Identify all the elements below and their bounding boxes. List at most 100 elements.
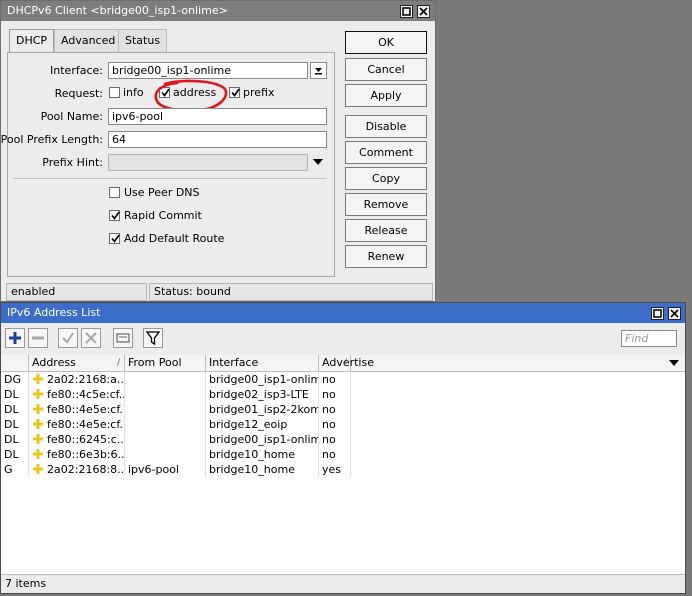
cell-address: 2a02:2168:a... [29, 372, 125, 387]
cell-interface-text: bridge10_home [209, 463, 295, 476]
cell-address-text: 2a02:2168:8... [47, 463, 125, 476]
cell-address-text: fe80::4e5e:cf... [47, 418, 125, 431]
comment-button[interactable] [113, 328, 133, 348]
cell-advertise: no [319, 447, 351, 462]
list-toolbar: Find [1, 323, 685, 355]
cell-advertise-text: no [322, 433, 336, 446]
list-titlebar[interactable]: IPv6 Address List [1, 303, 685, 323]
find-input[interactable]: Find [621, 330, 677, 347]
column-address[interactable]: Address / [29, 355, 125, 371]
column-flags[interactable] [1, 355, 29, 371]
cell-advertise-text: no [322, 448, 336, 461]
add-default-route-label: Add Default Route [124, 232, 225, 245]
table-row[interactable]: G 2a02:2168:8... ipv6-pool bridge10_home yes [1, 462, 685, 477]
cell-interface-text: bridge12_eoip [209, 418, 288, 431]
cell-flags: G [1, 462, 29, 477]
cell-interface: bridge00_isp1-onlime [206, 372, 319, 387]
copy-button[interactable]: Copy [345, 167, 427, 190]
cell-advertise-text: yes [322, 463, 342, 476]
enable-button[interactable] [58, 328, 78, 348]
dropdown-button[interactable] [310, 62, 327, 79]
cell-flags-text: DL [4, 418, 19, 431]
remove-button[interactable] [28, 328, 48, 348]
table-row[interactable]: DL fe80::4c5e:cf... bridge02_isp3-LTE no [1, 387, 685, 402]
table-row[interactable]: DL fe80::6e3b:6... bridge10_home no [1, 447, 685, 462]
status-bound: Status: bound [149, 283, 433, 301]
cell-from-pool-text: ipv6-pool [128, 463, 180, 476]
cell-address-text: fe80::6245:c... [47, 433, 125, 446]
rapid-commit-checkbox[interactable] [109, 210, 120, 221]
cell-address-text: fe80::6e3b:6... [47, 448, 125, 461]
note-icon [116, 333, 130, 343]
cell-flags: DG [1, 372, 29, 387]
column-from-pool[interactable]: From Pool [125, 355, 206, 371]
apply-button[interactable]: Apply [345, 84, 427, 107]
cancel-button[interactable]: Cancel [345, 58, 427, 81]
cell-address-text: 2a02:2168:a... [47, 373, 125, 386]
checkmark-icon [111, 234, 120, 243]
cell-advertise-text: no [322, 418, 336, 431]
tab-dhcp[interactable]: DHCP [9, 29, 55, 53]
list-title: IPv6 Address List [7, 306, 101, 319]
column-advertise[interactable]: Advertise / [319, 355, 374, 371]
close-icon[interactable] [417, 5, 430, 18]
renew-button[interactable]: Renew [345, 245, 427, 268]
cell-address-text: fe80::4c5e:cf... [47, 388, 125, 401]
pool-name-label: Pool Name: [40, 110, 103, 123]
pool-name-input[interactable]: ipv6-pool [108, 108, 327, 125]
ipv6-address-list-window: IPv6 Address List Find Address / From Po… [0, 302, 686, 594]
expand-arrow-icon[interactable] [312, 157, 324, 167]
table-row[interactable]: DL fe80::4e5e:cf... bridge01_isp2-2kom no [1, 402, 685, 417]
add-default-route-checkbox[interactable] [109, 233, 120, 244]
interface-label: Interface: [50, 64, 103, 77]
table-row[interactable]: DL fe80::6245:c... bridge00_isp1-onlime no [1, 432, 685, 447]
comment-button[interactable]: Comment [345, 141, 427, 164]
request-info-checkbox[interactable] [109, 87, 120, 98]
cell-advertise: no [319, 402, 351, 417]
address-icon [33, 374, 43, 384]
cell-interface: bridge12_eoip [206, 417, 319, 432]
cell-advertise: no [319, 417, 351, 432]
column-interface[interactable]: Interface [206, 355, 319, 371]
tab-status[interactable]: Status [118, 29, 168, 52]
maximize-icon[interactable] [651, 307, 664, 320]
address-icon [33, 404, 43, 414]
table-row[interactable]: DL fe80::4e5e:cf... bridge12_eoip no [1, 417, 685, 432]
cell-flags: DL [1, 417, 29, 432]
filter-icon [145, 331, 161, 346]
ok-button[interactable]: OK [345, 31, 427, 54]
cell-advertise: no [319, 372, 351, 387]
cell-address-text: fe80::4e5e:cf... [47, 403, 125, 416]
sort-icon: / [343, 358, 347, 368]
dialog-title: DHCPv6 Client <bridge00_isp1-onlime> [7, 4, 228, 17]
pool-prefix-length-input[interactable]: 64 [108, 131, 327, 148]
item-count: 7 items [1, 574, 685, 593]
tab-advanced[interactable]: Advanced [54, 29, 123, 52]
cell-interface-text: bridge10_home [209, 448, 295, 461]
cell-flags: DL [1, 402, 29, 417]
use-peer-dns-label: Use Peer DNS [124, 186, 200, 199]
cell-flags-text: G [4, 463, 13, 476]
cell-interface-text: bridge00_isp1-onlime [209, 373, 319, 386]
disable-button[interactable]: Disable [345, 115, 427, 138]
use-peer-dns-checkbox[interactable] [109, 187, 120, 198]
address-icon [33, 434, 43, 444]
dialog-titlebar[interactable]: DHCPv6 Client <bridge00_isp1-onlime> [1, 1, 435, 21]
table-row[interactable]: DG 2a02:2168:a... bridge00_isp1-onlime no [1, 372, 685, 387]
cell-interface: bridge00_isp1-onlime [206, 432, 319, 447]
separator [13, 178, 327, 179]
cell-from-pool [125, 387, 206, 402]
interface-select[interactable]: bridge00_isp1-onlime [108, 62, 308, 79]
cell-address: 2a02:2168:8... [29, 462, 125, 477]
cell-advertise: no [319, 387, 351, 402]
filter-button[interactable] [143, 328, 163, 348]
close-icon[interactable] [668, 307, 681, 320]
add-button[interactable] [5, 328, 25, 348]
remove-button[interactable]: Remove [345, 193, 427, 216]
disable-button[interactable] [81, 328, 101, 348]
maximize-icon[interactable] [400, 5, 413, 18]
column-menu-icon[interactable] [669, 358, 679, 368]
cell-flags-text: DG [4, 373, 21, 386]
prefix-hint-input[interactable] [108, 154, 308, 171]
release-button[interactable]: Release [345, 219, 427, 242]
